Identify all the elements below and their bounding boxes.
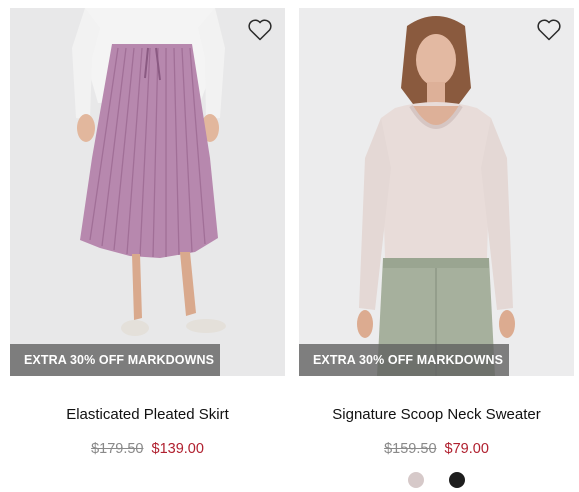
original-price: $159.50 <box>384 441 437 457</box>
price-row: $159.50 $79.00 <box>299 441 574 457</box>
product-name[interactable]: Elasticated Pleated Skirt <box>10 406 285 423</box>
promo-badge: EXTRA 30% OFF MARKDOWNS <box>10 344 220 376</box>
sweater-photo <box>299 8 574 376</box>
product-card[interactable]: EXTRA 30% OFF MARKDOWNS Elasticated Plea… <box>10 8 285 457</box>
original-price: $179.50 <box>91 441 144 457</box>
wishlist-button[interactable] <box>536 18 562 42</box>
heart-outline-icon <box>537 19 561 41</box>
promo-badge: EXTRA 30% OFF MARKDOWNS <box>299 344 509 376</box>
skirt-photo <box>10 8 285 376</box>
sale-price: $79.00 <box>444 441 489 457</box>
product-image[interactable]: EXTRA 30% OFF MARKDOWNS <box>299 8 574 376</box>
price-row: $179.50 $139.00 <box>10 441 285 457</box>
heart-outline-icon <box>248 19 272 41</box>
product-image[interactable]: EXTRA 30% OFF MARKDOWNS <box>10 8 285 376</box>
color-swatches <box>299 471 574 489</box>
color-swatch-blush[interactable] <box>408 471 425 488</box>
color-swatch-black[interactable] <box>448 471 465 488</box>
sale-price: $139.00 <box>151 441 204 457</box>
wishlist-button[interactable] <box>247 18 273 42</box>
product-card[interactable]: EXTRA 30% OFF MARKDOWNS Signature Scoop … <box>299 8 574 489</box>
product-name[interactable]: Signature Scoop Neck Sweater <box>299 406 574 423</box>
